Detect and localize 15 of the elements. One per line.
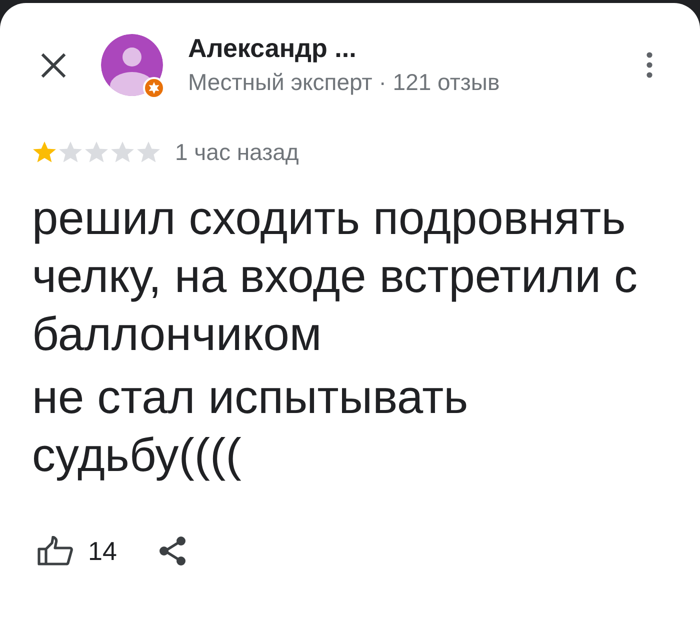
empty-star-icon: [58, 140, 83, 164]
empty-star-icon: [110, 140, 135, 164]
empty-star-icon: [136, 140, 161, 164]
close-icon[interactable]: [40, 52, 67, 78]
thumbs-up-icon[interactable]: [37, 536, 73, 566]
share-icon[interactable]: [158, 536, 187, 566]
review-text: не стал испытывать судьбу((((: [32, 369, 470, 483]
reviewer-subtitle: Местный эксперт · 121 отзыв: [188, 68, 500, 97]
review-time: 1 час назад: [175, 138, 299, 167]
empty-star-icon: [84, 140, 109, 164]
reviewer-name[interactable]: Александр ...: [188, 33, 356, 63]
star-badge-icon: [143, 77, 165, 99]
filled-star-icon: [32, 140, 57, 164]
like-count: 14: [88, 536, 117, 566]
more-options-icon[interactable]: [646, 52, 653, 78]
